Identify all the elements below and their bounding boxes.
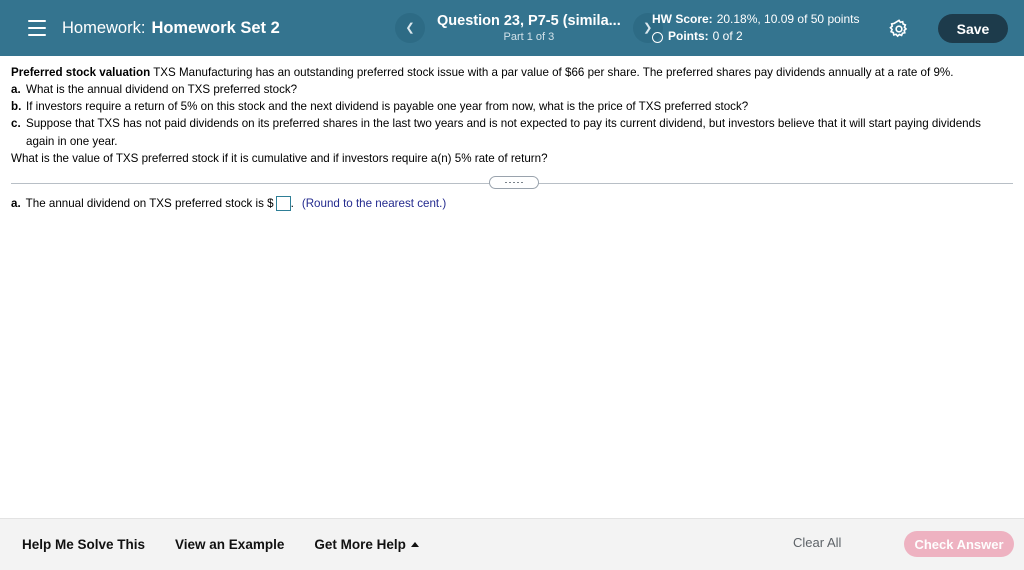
question-navigator: ❮ Question 23, P7-5 (simila... Part 1 of… [395, 8, 663, 48]
hw-score-value: 20.18%, 10.09 of 50 points [716, 12, 860, 26]
answer-part-label: a. [11, 196, 21, 210]
question-part-c: c. Suppose that TXS has not paid dividen… [11, 115, 1012, 149]
view-an-example-button[interactable]: View an Example [175, 537, 284, 552]
homework-app-window: Homework: Homework Set 2 ❮ Question 23, … [0, 0, 1024, 570]
points-label: Points: [668, 29, 709, 44]
action-toolbar: Help Me Solve This View an Example Get M… [0, 518, 1024, 570]
caret-up-icon [410, 542, 419, 547]
points-value: 0 of 2 [712, 29, 743, 44]
assignment-title: Homework Set 2 [151, 18, 280, 37]
question-part-c-text: Suppose that TXS has not paid dividends … [26, 117, 981, 148]
previous-question-button[interactable]: ❮ [395, 13, 425, 43]
get-more-help-button[interactable]: Get More Help [314, 537, 419, 552]
hw-score-row: HW Score: 20.18%, 10.09 of 50 points [652, 11, 859, 28]
score-summary: HW Score: 20.18%, 10.09 of 50 points Poi… [652, 11, 859, 46]
question-part-b-text: If investors require a return of 5% on t… [26, 100, 749, 114]
question-intro-text: TXS Manufacturing has an outstanding pre… [150, 66, 954, 79]
question-info: Question 23, P7-5 (simila... Part 1 of 3 [437, 13, 621, 44]
points-status-circle-icon [652, 31, 663, 43]
app-header: Homework: Homework Set 2 ❮ Question 23, … [0, 0, 1024, 56]
points-row: Points: 0 of 2 [652, 28, 859, 45]
grip-dot [505, 181, 507, 184]
question-part-b: b. If investors require a return of 5% o… [11, 98, 1012, 115]
question-lead-in: Preferred stock valuation [11, 66, 151, 79]
hamburger-bar [28, 27, 46, 29]
question-part-b-label: b. [11, 100, 22, 114]
grip-dot [517, 181, 519, 184]
clear-all-button[interactable]: Clear All [793, 535, 841, 550]
grip-dot [509, 181, 511, 184]
answer-prompt: The annual dividend on TXS preferred sto… [25, 196, 274, 210]
course-label: Homework: [62, 18, 146, 37]
drag-handle-icon[interactable] [489, 175, 539, 189]
gear-icon[interactable] [888, 18, 910, 40]
chevron-right-icon: ❯ [643, 21, 653, 34]
get-more-help-label: Get More Help [314, 537, 406, 552]
grip-dot [521, 181, 523, 184]
answer-period: . [290, 196, 294, 210]
hw-score-label: HW Score: [652, 12, 713, 26]
answer-input-a[interactable] [275, 195, 291, 211]
panel-divider [0, 175, 1024, 191]
question-part-c-label: c. [11, 117, 21, 131]
question-part-indicator: Part 1 of 3 [503, 31, 555, 44]
chevron-left-icon: ❮ [405, 21, 415, 34]
hamburger-bar [28, 20, 46, 22]
check-answer-button[interactable]: Check Answer [904, 531, 1014, 557]
hamburger-menu-icon[interactable] [20, 11, 54, 45]
question-title: Question 23, P7-5 (simila... [437, 12, 621, 29]
question-part-a-label: a. [11, 83, 21, 97]
question-part-a-text: What is the annual dividend on TXS prefe… [26, 83, 298, 97]
question-body: Preferred stock valuation TXS Manufactur… [0, 56, 1024, 211]
hamburger-bar [28, 34, 46, 36]
question-intro-line: Preferred stock valuation TXS Manufactur… [11, 64, 1012, 81]
grip-dot [513, 181, 515, 184]
question-statement: Preferred stock valuation TXS Manufactur… [0, 56, 1024, 167]
answer-row-a: a. The annual dividend on TXS preferred … [0, 191, 1024, 211]
save-button[interactable]: Save [938, 14, 1008, 43]
assignment-title-group: Homework: Homework Set 2 [62, 19, 280, 38]
rounding-hint: (Round to the nearest cent.) [301, 196, 447, 210]
question-part-a: a. What is the annual dividend on TXS pr… [11, 81, 1012, 98]
help-me-solve-this-button[interactable]: Help Me Solve This [22, 537, 145, 552]
question-trailing-line: What is the value of TXS preferred stock… [11, 151, 548, 165]
